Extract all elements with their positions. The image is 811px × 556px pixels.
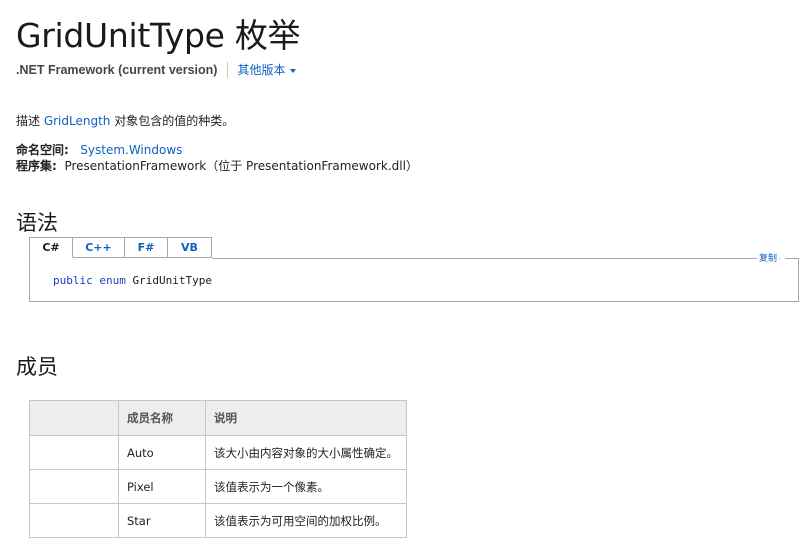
syntax-heading: 语法: [16, 211, 58, 235]
code-frame-topline: [212, 258, 780, 259]
table-row: Star 该值表示为可用空间的加权比例。: [29, 503, 407, 538]
member-icon-cell: [29, 435, 119, 470]
table-row: Pixel 该值表示为一个像素。: [29, 469, 407, 504]
member-name: Auto: [118, 435, 206, 470]
other-versions-dropdown[interactable]: 其他版本: [237, 61, 297, 78]
member-icon-cell: [29, 469, 119, 504]
table-header-row: 成员名称 说明: [29, 400, 407, 436]
version-separator: [227, 61, 229, 78]
assembly-value: PresentationFramework（位于 PresentationFra…: [64, 159, 418, 173]
code-frame-topline-end: [785, 258, 798, 259]
other-versions-label: 其他版本: [237, 63, 286, 77]
header-member-name: 成员名称: [118, 400, 206, 436]
code-keyword-public: public: [53, 274, 93, 287]
members-heading: 成员: [16, 355, 58, 379]
namespace-label: 命名空间:: [16, 143, 69, 157]
tab-cpp[interactable]: C++: [73, 237, 125, 258]
namespace-link[interactable]: System.Windows: [80, 143, 182, 157]
tab-csharp[interactable]: C#: [29, 237, 73, 258]
member-name: Pixel: [118, 469, 206, 504]
page-title: GridUnitType 枚举: [16, 16, 301, 55]
code-keyword-enum: enum: [99, 274, 126, 287]
table-row: Auto 该大小由内容对象的大小属性确定。: [29, 435, 407, 470]
header-description: 说明: [205, 400, 407, 436]
tab-vb[interactable]: VB: [168, 237, 212, 258]
members-table: 成员名称 说明 Auto 该大小由内容对象的大小属性确定。 Pixel 该值表示…: [29, 400, 407, 538]
version-bar: .NET Framework (current version) 其他版本: [16, 61, 297, 78]
header-icon-column: [29, 400, 119, 436]
member-description: 该值表示为一个像素。: [205, 469, 407, 504]
current-version-label: .NET Framework (current version): [16, 62, 218, 77]
caret-down-icon: [290, 68, 297, 73]
member-description: 该大小由内容对象的大小属性确定。: [205, 435, 407, 470]
tab-fsharp[interactable]: F#: [125, 237, 168, 258]
code-type-name: GridUnitType: [132, 274, 212, 287]
code-line: public enum GridUnitType: [53, 274, 212, 287]
member-description: 该值表示为可用空间的加权比例。: [205, 503, 407, 538]
copy-button[interactable]: 复制: [757, 251, 780, 264]
assembly-line: 程序集: PresentationFramework（位于 Presentati…: [16, 157, 418, 174]
assembly-label: 程序集:: [16, 159, 57, 173]
description-suffix: 对象包含的值的种类。: [110, 114, 235, 128]
member-name: Star: [118, 503, 206, 538]
member-icon-cell: [29, 503, 119, 538]
gridlength-link[interactable]: GridLength: [44, 114, 111, 128]
code-snippet-box: 复制 C# C++ F# VB public enum GridUnitType: [29, 237, 799, 302]
namespace-line: 命名空间: System.Windows: [16, 141, 182, 158]
language-tabs: C# C++ F# VB: [29, 237, 212, 258]
description: 描述 GridLength 对象包含的值的种类。: [16, 112, 234, 129]
description-prefix: 描述: [16, 114, 44, 128]
